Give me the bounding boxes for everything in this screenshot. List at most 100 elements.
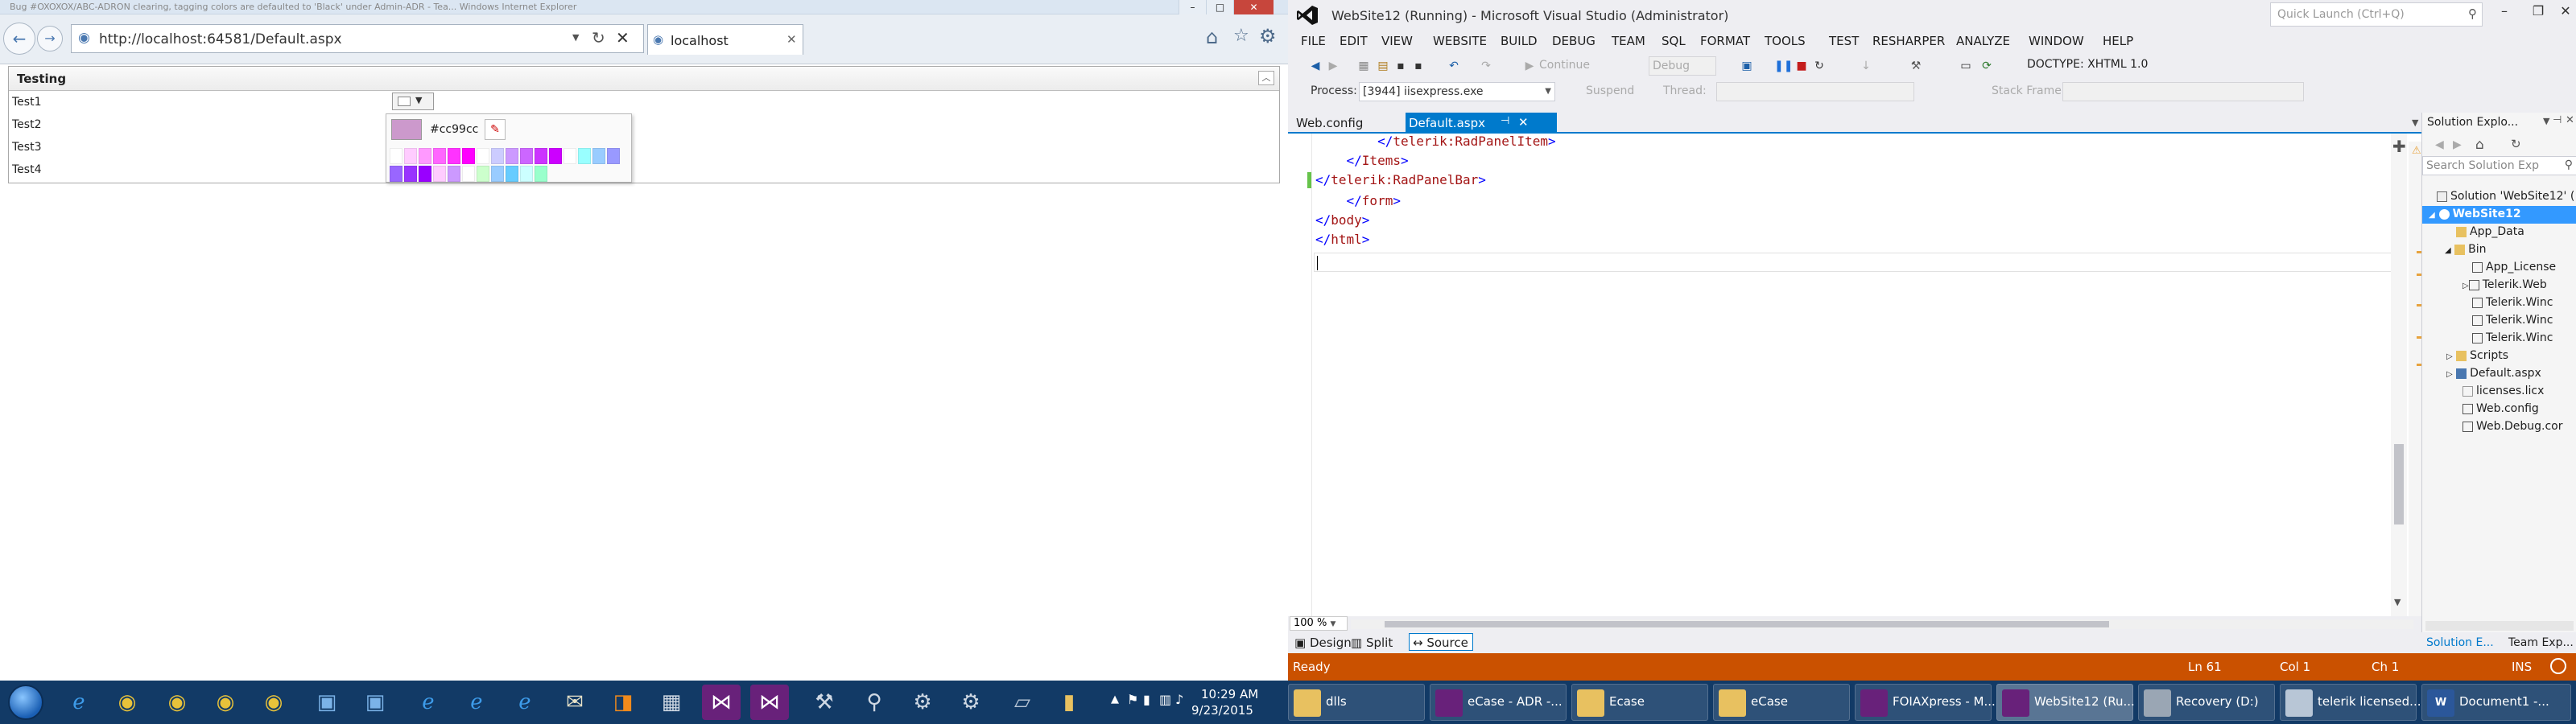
tree-node-web-config[interactable]: Web.config <box>2462 402 2539 415</box>
color-swatch-cell[interactable] <box>462 166 475 182</box>
flag-icon[interactable]: ⚑ <box>1127 692 1138 707</box>
ie-close-button[interactable]: ✕ <box>1233 0 1274 14</box>
pause-icon[interactable]: ❚❚ <box>1774 58 1793 74</box>
menu-help[interactable]: HELP <box>2103 34 2133 48</box>
clock-date[interactable]: 9/23/2015 <box>1191 703 1253 718</box>
ie-taskbar-icon[interactable]: ℯ <box>60 685 98 720</box>
tree-node-file[interactable]: ▷ Telerik.Web <box>2462 278 2547 291</box>
menu-team[interactable]: TEAM <box>1612 34 1645 48</box>
favorites-star-icon[interactable]: ☆ <box>1233 26 1249 46</box>
new-project-icon[interactable]: ▦ <box>1356 58 1372 74</box>
visual-studio-taskbar-icon[interactable]: ⋈ <box>750 685 789 720</box>
color-swatch-cell[interactable] <box>404 166 417 182</box>
stack-frame-dropdown[interactable] <box>2062 82 2304 101</box>
tab-team-explorer[interactable]: Team Exp... <box>2508 636 2574 649</box>
home-icon[interactable]: ⌂ <box>1206 26 1218 48</box>
taskbar-window-foiaxpress[interactable]: FOIAXpress - M... <box>1855 684 1996 721</box>
tab-default-aspx[interactable]: Default.aspx ⊣ ✕ <box>1406 113 1557 132</box>
taskbar-window-ecase-adr[interactable]: eCase - ADR -... <box>1430 684 1567 721</box>
color-swatch-cell[interactable] <box>477 166 489 182</box>
settings-gear-icon[interactable]: ⚙ <box>903 685 942 720</box>
start-button[interactable] <box>8 685 43 720</box>
tabs-dropdown-icon[interactable]: ▼ <box>2412 117 2418 128</box>
close-icon[interactable]: ✕ <box>1518 115 1529 130</box>
ie-maximize-button[interactable]: □ <box>1206 0 1233 14</box>
color-swatch-cell[interactable] <box>419 166 431 182</box>
horizontal-scroll-thumb[interactable] <box>1385 621 2109 627</box>
taskbar-window-recovery[interactable]: Recovery (D:) <box>2138 684 2275 721</box>
stop-debug-icon[interactable]: ■ <box>1794 58 1810 74</box>
color-swatch-cell[interactable] <box>404 148 417 164</box>
solution-search-input[interactable]: Search Solution Exp ⚲ <box>2422 156 2576 175</box>
color-swatch-cell[interactable] <box>535 166 547 182</box>
color-swatch-cell[interactable] <box>462 148 475 164</box>
process-dropdown[interactable]: [3944] iisexpress.exe ▼ <box>1359 82 1555 101</box>
hex-display-icon[interactable]: ⚒ <box>1908 58 1924 74</box>
outlook-icon[interactable]: ◨ <box>604 685 642 720</box>
tree-node-solution[interactable]: Solution 'WebSite12' ( <box>2437 190 2574 203</box>
color-swatch-cell[interactable] <box>491 148 504 164</box>
ie-taskbar-icon[interactable]: ℯ <box>506 685 544 720</box>
forward-button[interactable]: → <box>37 26 63 51</box>
color-swatch-cell[interactable] <box>592 148 605 164</box>
close-icon[interactable]: ✕ <box>2566 114 2574 126</box>
code-editor[interactable]: </telerik:RadPanelItem> </Items> </teler… <box>1288 134 2429 616</box>
document-icon[interactable]: ▱ <box>1003 685 1042 720</box>
chrome-taskbar-icon[interactable]: ◉ <box>158 685 196 720</box>
color-swatch-cell[interactable] <box>433 166 446 182</box>
taskbar-window-ecase-folder[interactable]: Ecase <box>1571 684 1708 721</box>
menu-edit[interactable]: EDIT <box>1340 34 1368 48</box>
color-swatch-cell[interactable] <box>477 148 489 164</box>
step-into-icon[interactable]: ↓ <box>1858 58 1874 74</box>
forward-icon[interactable]: ▶ <box>2453 138 2462 151</box>
menu-resharper[interactable]: RESHARPER <box>1872 34 1945 48</box>
pin-icon[interactable]: ⊣ <box>1501 115 1509 127</box>
tree-node-file[interactable]: Telerik.Winc <box>2472 296 2553 309</box>
taskbar-window-word[interactable]: W Document1 -... <box>2421 684 2571 721</box>
menu-build[interactable]: BUILD <box>1501 34 1538 48</box>
dropdown-icon[interactable]: ▼ <box>2543 116 2549 126</box>
eyedropper-icon[interactable]: ✎ <box>485 119 506 140</box>
color-swatch-cell[interactable] <box>448 148 460 164</box>
restart-icon[interactable]: ↻ <box>1811 58 1827 74</box>
tree-node-file[interactable]: Telerik.Winc <box>2472 314 2553 327</box>
view-tab-split[interactable]: ▥ Split <box>1351 636 1393 650</box>
sol-horizontal-scrollbar[interactable] <box>2425 621 2574 631</box>
find-icon[interactable]: ⚲ <box>855 685 894 720</box>
tree-node-app-data[interactable]: App_Data <box>2456 225 2524 238</box>
menu-sql[interactable]: SQL <box>1662 34 1686 48</box>
menu-debug[interactable]: DEBUG <box>1552 34 1596 48</box>
sync-icon[interactable]: ↻ <box>2511 137 2521 151</box>
browser-link-icon[interactable]: ▣ <box>1739 58 1755 74</box>
continue-button[interactable]: Continue <box>1539 59 1590 72</box>
color-hex-value[interactable]: #cc99cc <box>430 123 478 136</box>
color-swatch-cell[interactable] <box>506 148 518 164</box>
color-swatch-cell[interactable] <box>549 148 562 164</box>
vs-close-button[interactable]: ✕ <box>2549 3 2576 19</box>
taskbar-window-website12[interactable]: WebSite12 (Ru... <box>1996 684 2135 721</box>
back-button[interactable]: ← <box>3 23 35 55</box>
chrome-taskbar-icon[interactable]: ◉ <box>206 685 245 720</box>
vertical-scrollbar[interactable] <box>2391 134 2407 616</box>
tree-node-website12[interactable]: ◢ WebSite12 <box>2429 208 2521 220</box>
vertical-scroll-thumb[interactable] <box>2394 444 2404 524</box>
view-tab-design[interactable]: ▣ Design <box>1294 636 1352 650</box>
vs-minimize-button[interactable]: – <box>2487 3 2521 19</box>
remote-desktop-icon[interactable]: ▣ <box>308 685 346 720</box>
continue-icon[interactable]: ▶ <box>1521 58 1538 74</box>
color-swatch-cell[interactable] <box>520 148 533 164</box>
save-icon[interactable]: ▪ <box>1393 58 1409 74</box>
thread-dropdown[interactable] <box>1716 82 1914 101</box>
color-swatch-cell[interactable] <box>578 148 591 164</box>
menu-view[interactable]: VIEW <box>1381 34 1413 48</box>
suspend-button[interactable]: Suspend <box>1586 84 1634 97</box>
tree-node-licenses[interactable]: licenses.licx <box>2462 385 2544 397</box>
tab-close-icon[interactable]: ✕ <box>786 32 797 47</box>
tree-node-scripts[interactable]: ▷ Scripts <box>2446 349 2508 362</box>
color-picker-button[interactable]: ▼ <box>392 93 434 110</box>
config-icon[interactable]: ⚙ <box>952 685 990 720</box>
forward-nav-icon[interactable]: ▶ <box>1325 58 1341 74</box>
menu-test[interactable]: TEST <box>1829 34 1859 48</box>
menu-window[interactable]: WINDOW <box>2029 34 2084 48</box>
menu-analyze[interactable]: ANALYZE <box>1956 34 2010 48</box>
